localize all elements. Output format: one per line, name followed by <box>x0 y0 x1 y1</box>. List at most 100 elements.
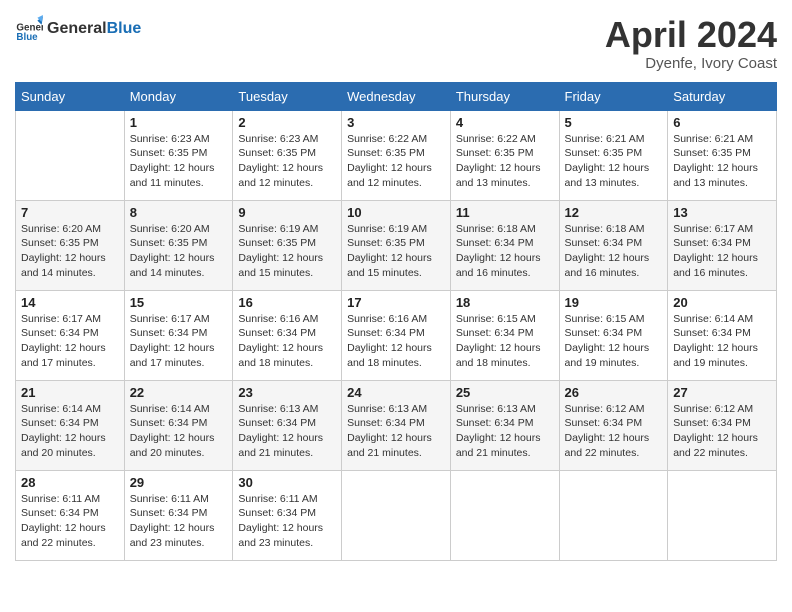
day-cell: 11 Sunrise: 6:18 AMSunset: 6:34 PMDayligh… <box>450 200 559 290</box>
day-number: 22 <box>130 385 228 400</box>
day-info: Sunrise: 6:12 AMSunset: 6:34 PMDaylight:… <box>565 402 663 461</box>
day-cell: 24Sunrise: 6:13 AMSunset: 6:34 PMDayligh… <box>342 380 451 470</box>
day-cell: 10 Sunrise: 6:19 AMSunset: 6:35 PMDayligh… <box>342 200 451 290</box>
day-number: 6 <box>673 115 771 130</box>
day-number: 1 <box>130 115 228 130</box>
logo-blue: Blue <box>107 20 142 37</box>
weekday-header-thursday: Thursday <box>450 82 559 110</box>
day-cell: 12 Sunrise: 6:18 AMSunset: 6:34 PMDayligh… <box>559 200 668 290</box>
day-info: Sunrise: 6:21 AMSunset: 6:35 PMDaylight:… <box>565 132 663 191</box>
logo-icon: General Blue <box>15 15 43 43</box>
day-cell: 30 Sunrise: 6:11 AMSunset: 6:34 PMDayligh… <box>233 470 342 560</box>
day-cell: 20 Sunrise: 6:14 AMSunset: 6:34 PMDayligh… <box>668 290 777 380</box>
day-number: 23 <box>238 385 336 400</box>
day-cell: 14 Sunrise: 6:17 AMSunset: 6:34 PMDayligh… <box>16 290 125 380</box>
weekday-header-tuesday: Tuesday <box>233 82 342 110</box>
day-number: 15 <box>130 295 228 310</box>
day-cell: 7 Sunrise: 6:20 AMSunset: 6:35 PMDaylight… <box>16 200 125 290</box>
day-info: Sunrise: 6:21 AMSunset: 6:35 PMDaylight:… <box>673 132 771 191</box>
page-header: General Blue GeneralBlue April 2024 Dyen… <box>15 15 777 72</box>
day-number: 3 <box>347 115 445 130</box>
day-number: 12 <box>565 205 663 220</box>
day-cell: 29Sunrise: 6:11 AMSunset: 6:34 PMDayligh… <box>124 470 233 560</box>
calendar-table: SundayMondayTuesdayWednesdayThursdayFrid… <box>15 82 777 561</box>
day-cell: 18 Sunrise: 6:15 AMSunset: 6:34 PMDayligh… <box>450 290 559 380</box>
day-info: Sunrise: 6:16 AMSunset: 6:34 PMDaylight:… <box>238 312 336 371</box>
day-number: 25 <box>456 385 554 400</box>
day-cell: 13 Sunrise: 6:17 AMSunset: 6:34 PMDayligh… <box>668 200 777 290</box>
day-cell: 19Sunrise: 6:15 AMSunset: 6:34 PMDayligh… <box>559 290 668 380</box>
weekday-header-row: SundayMondayTuesdayWednesdayThursdayFrid… <box>16 82 777 110</box>
day-info: Sunrise: 6:13 AMSunset: 6:34 PMDaylight:… <box>456 402 554 461</box>
week-row-2: 7 Sunrise: 6:20 AMSunset: 6:35 PMDaylight… <box>16 200 777 290</box>
day-cell: 25 Sunrise: 6:13 AMSunset: 6:34 PMDayligh… <box>450 380 559 470</box>
day-info: Sunrise: 6:17 AMSunset: 6:34 PMDaylight:… <box>21 312 119 371</box>
day-number: 20 <box>673 295 771 310</box>
day-number: 13 <box>673 205 771 220</box>
logo: General Blue GeneralBlue <box>15 15 141 43</box>
weekday-header-saturday: Saturday <box>668 82 777 110</box>
day-cell: 23 Sunrise: 6:13 AMSunset: 6:34 PMDayligh… <box>233 380 342 470</box>
day-cell: 2Sunrise: 6:23 AMSunset: 6:35 PMDaylight… <box>233 110 342 200</box>
day-number: 11 <box>456 205 554 220</box>
day-number: 18 <box>456 295 554 310</box>
day-cell: 27 Sunrise: 6:12 AMSunset: 6:34 PMDayligh… <box>668 380 777 470</box>
day-info: Sunrise: 6:11 AMSunset: 6:34 PMDaylight:… <box>130 492 228 551</box>
day-number: 14 <box>21 295 119 310</box>
day-number: 9 <box>238 205 336 220</box>
day-info: Sunrise: 6:20 AMSunset: 6:35 PMDaylight:… <box>21 222 119 281</box>
week-row-1: 1Sunrise: 6:23 AMSunset: 6:35 PMDaylight… <box>16 110 777 200</box>
day-number: 21 <box>21 385 119 400</box>
day-info: Sunrise: 6:22 AMSunset: 6:35 PMDaylight:… <box>456 132 554 191</box>
logo-general: General <box>47 20 107 37</box>
day-number: 24 <box>347 385 445 400</box>
day-cell: 9Sunrise: 6:19 AMSunset: 6:35 PMDaylight… <box>233 200 342 290</box>
day-info: Sunrise: 6:11 AMSunset: 6:34 PMDaylight:… <box>238 492 336 551</box>
day-cell <box>450 470 559 560</box>
day-info: Sunrise: 6:18 AMSunset: 6:34 PMDaylight:… <box>565 222 663 281</box>
day-cell: 6 Sunrise: 6:21 AMSunset: 6:35 PMDaylight… <box>668 110 777 200</box>
day-cell: 26 Sunrise: 6:12 AMSunset: 6:34 PMDayligh… <box>559 380 668 470</box>
day-number: 10 <box>347 205 445 220</box>
week-row-5: 28 Sunrise: 6:11 AMSunset: 6:34 PMDayligh… <box>16 470 777 560</box>
day-info: Sunrise: 6:17 AMSunset: 6:34 PMDaylight:… <box>673 222 771 281</box>
title-block: April 2024 Dyenfe, Ivory Coast <box>605 15 777 72</box>
day-number: 28 <box>21 475 119 490</box>
week-row-3: 14 Sunrise: 6:17 AMSunset: 6:34 PMDayligh… <box>16 290 777 380</box>
day-cell <box>668 470 777 560</box>
day-cell <box>559 470 668 560</box>
day-info: Sunrise: 6:14 AMSunset: 6:34 PMDaylight:… <box>130 402 228 461</box>
location-subtitle: Dyenfe, Ivory Coast <box>605 55 777 72</box>
day-info: Sunrise: 6:18 AMSunset: 6:34 PMDaylight:… <box>456 222 554 281</box>
day-cell: 21 Sunrise: 6:14 AMSunset: 6:34 PMDayligh… <box>16 380 125 470</box>
weekday-header-sunday: Sunday <box>16 82 125 110</box>
day-cell: 16Sunrise: 6:16 AMSunset: 6:34 PMDayligh… <box>233 290 342 380</box>
day-number: 7 <box>21 205 119 220</box>
day-number: 17 <box>347 295 445 310</box>
day-info: Sunrise: 6:12 AMSunset: 6:34 PMDaylight:… <box>673 402 771 461</box>
day-number: 2 <box>238 115 336 130</box>
day-cell: 17 Sunrise: 6:16 AMSunset: 6:34 PMDayligh… <box>342 290 451 380</box>
day-number: 8 <box>130 205 228 220</box>
day-cell <box>342 470 451 560</box>
day-cell: 28Sunrise: 6:11 AMSunset: 6:34 PMDayligh… <box>16 470 125 560</box>
day-info: Sunrise: 6:22 AMSunset: 6:35 PMDaylight:… <box>347 132 445 191</box>
day-number: 30 <box>238 475 336 490</box>
day-cell: 15Sunrise: 6:17 AMSunset: 6:34 PMDayligh… <box>124 290 233 380</box>
day-info: Sunrise: 6:15 AMSunset: 6:34 PMDaylight:… <box>456 312 554 371</box>
day-number: 19 <box>565 295 663 310</box>
month-title: April 2024 <box>605 15 777 55</box>
day-info: Sunrise: 6:19 AMSunset: 6:35 PMDaylight:… <box>347 222 445 281</box>
day-cell: 5Sunrise: 6:21 AMSunset: 6:35 PMDaylight… <box>559 110 668 200</box>
day-cell: 4 Sunrise: 6:22 AMSunset: 6:35 PMDaylight… <box>450 110 559 200</box>
week-row-4: 21 Sunrise: 6:14 AMSunset: 6:34 PMDayligh… <box>16 380 777 470</box>
day-cell: 3 Sunrise: 6:22 AMSunset: 6:35 PMDaylight… <box>342 110 451 200</box>
day-info: Sunrise: 6:14 AMSunset: 6:34 PMDaylight:… <box>673 312 771 371</box>
day-number: 4 <box>456 115 554 130</box>
day-info: Sunrise: 6:13 AMSunset: 6:34 PMDaylight:… <box>238 402 336 461</box>
day-cell: 1Sunrise: 6:23 AMSunset: 6:35 PMDaylight… <box>124 110 233 200</box>
day-info: Sunrise: 6:16 AMSunset: 6:34 PMDaylight:… <box>347 312 445 371</box>
day-info: Sunrise: 6:14 AMSunset: 6:34 PMDaylight:… <box>21 402 119 461</box>
day-number: 27 <box>673 385 771 400</box>
day-number: 26 <box>565 385 663 400</box>
